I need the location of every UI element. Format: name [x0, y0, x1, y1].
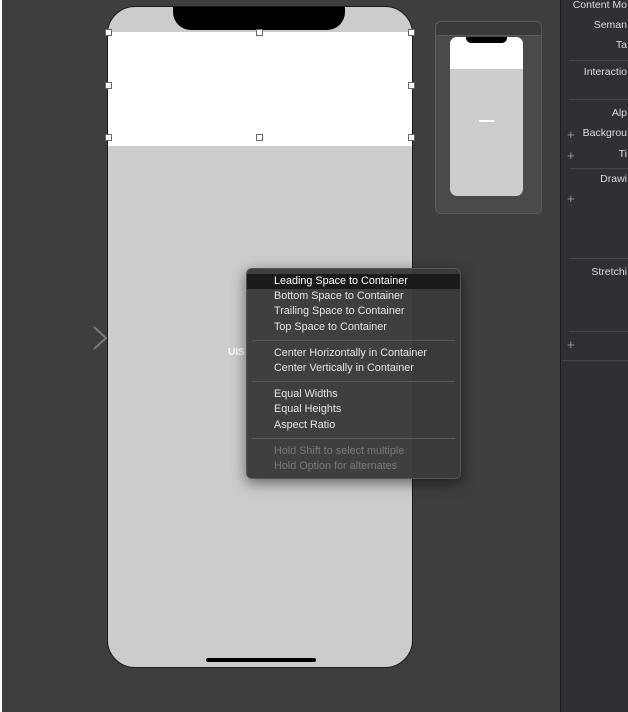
menu-item-equal-heights[interactable]: Equal Heights: [247, 402, 460, 417]
menu-item-equal-widths[interactable]: Equal Widths: [247, 387, 460, 402]
menu-item-top-space[interactable]: Top Space to Container: [247, 320, 460, 335]
alpha-label: Alp: [611, 107, 627, 119]
resize-handle-left[interactable]: [105, 82, 112, 89]
resize-handle-top-left[interactable]: [105, 29, 112, 36]
menu-item-center-horizontally[interactable]: Center Horizontally in Container: [247, 346, 460, 361]
tint-label: Ti: [618, 148, 627, 160]
menu-item-trailing-space[interactable]: Trailing Space to Container: [247, 304, 460, 319]
menu-item-leading-space[interactable]: Leading Space to Container: [247, 274, 460, 290]
inspector-divider: [569, 99, 628, 100]
minimap-titlebar: [436, 22, 541, 36]
inspector-divider: [561, 360, 628, 361]
menu-item-bottom-space[interactable]: Bottom Space to Container: [247, 289, 460, 304]
home-indicator: [206, 658, 316, 662]
attributes-inspector: Content Mo Seman Ta Interactio Alp + Bac…: [560, 0, 628, 712]
minimap-label: [479, 120, 494, 122]
minimap-scene: [450, 37, 523, 196]
menu-hint-option: Hold Option for alternates: [274, 459, 398, 472]
resize-handle-bottom[interactable]: [256, 134, 263, 141]
drawing-plus-icon[interactable]: +: [567, 192, 575, 205]
menu-separator: [252, 381, 455, 383]
resize-handle-right[interactable]: [408, 82, 415, 89]
header-view[interactable]: [108, 32, 412, 146]
background-label: Backgrou: [582, 127, 627, 139]
center-label[interactable]: UIS: [228, 347, 245, 358]
device-notch: [173, 7, 345, 30]
inspector-divider: [569, 331, 628, 332]
menu-separator: [252, 437, 455, 439]
inspector-divider: [569, 258, 628, 259]
entry-point-arrow-icon[interactable]: [34, 326, 108, 350]
menu-hint-shift: Hold Shift to select multiple: [274, 444, 405, 457]
menu-separator: [252, 339, 455, 341]
drawing-label: Drawi: [600, 173, 627, 185]
resize-handle-bottom-right[interactable]: [408, 134, 415, 141]
stretching-label: Stretchi: [591, 266, 627, 278]
minimap-notch: [466, 37, 507, 43]
resize-handle-top[interactable]: [256, 29, 263, 36]
inspector-divider: [569, 168, 628, 169]
resize-handle-bottom-left[interactable]: [105, 134, 112, 141]
semantic-label: Seman: [593, 19, 627, 31]
inspector-divider: [569, 60, 628, 61]
tag-label: Ta: [615, 39, 627, 51]
tint-plus-icon[interactable]: +: [567, 149, 575, 162]
interaction-label: Interactio: [583, 66, 627, 78]
background-plus-icon[interactable]: +: [567, 128, 575, 141]
menu-item-center-vertically[interactable]: Center Vertically in Container: [247, 361, 460, 376]
resize-handle-top-right[interactable]: [408, 29, 415, 36]
stretching-plus-icon[interactable]: +: [567, 338, 575, 351]
minimap-preview[interactable]: [435, 21, 542, 214]
content-mode-label: Content Mo: [572, 0, 627, 11]
menu-item-aspect-ratio[interactable]: Aspect Ratio: [247, 418, 460, 433]
constraint-context-menu: Leading Space to Container Bottom Space …: [246, 268, 461, 479]
